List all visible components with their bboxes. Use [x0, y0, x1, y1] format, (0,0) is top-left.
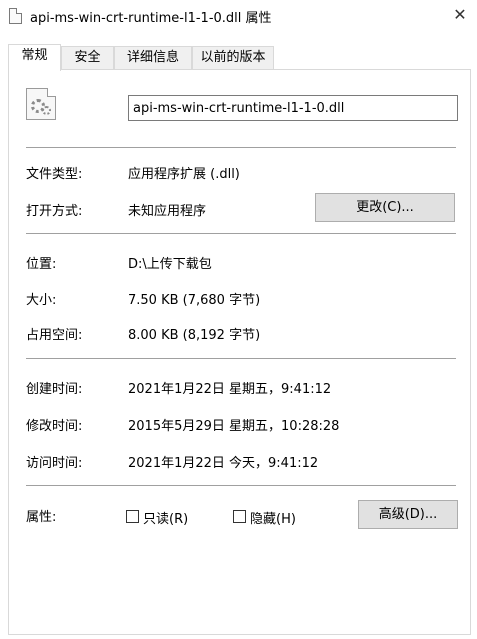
title-bar: api-ms-win-crt-runtime-l1-1-0.dll 属性 ✕: [0, 0, 477, 34]
dll-gear-icon: [26, 88, 56, 120]
change-button[interactable]: 更改(C)...: [315, 193, 455, 222]
window-title: api-ms-win-crt-runtime-l1-1-0.dll 属性: [30, 11, 272, 26]
size-value: 7.50 KB (7,680 字节): [128, 293, 261, 308]
close-button[interactable]: ✕: [443, 0, 477, 30]
tab-previous-versions[interactable]: 以前的版本: [192, 46, 274, 70]
readonly-label[interactable]: 只读(R): [143, 508, 188, 527]
location-value: D:\上传下载包: [128, 257, 212, 272]
location-label: 位置:: [26, 257, 57, 272]
tab-general[interactable]: 常规: [8, 44, 61, 71]
gear-icon-small: [42, 106, 51, 115]
advanced-button[interactable]: 高级(D)...: [358, 500, 458, 529]
hidden-label[interactable]: 隐藏(H): [250, 508, 296, 527]
open-with-label: 打开方式:: [26, 204, 83, 219]
hidden-checkbox[interactable]: [233, 510, 246, 523]
general-panel: [8, 69, 471, 635]
created-label: 创建时间:: [26, 382, 83, 397]
modified-value: 2015年5月29日 星期五，10:28:28: [128, 419, 340, 434]
size-on-disk-value: 8.00 KB (8,192 字节): [128, 328, 261, 343]
tab-details[interactable]: 详细信息: [114, 46, 192, 70]
created-value: 2021年1月22日 星期五，9:41:12: [128, 382, 332, 397]
divider: [26, 147, 456, 148]
accessed-value: 2021年1月22日 今天，9:41:12: [128, 456, 319, 471]
tab-security[interactable]: 安全: [61, 46, 114, 70]
size-label: 大小:: [26, 293, 57, 308]
size-on-disk-label: 占用空间:: [26, 328, 83, 343]
divider: [26, 358, 456, 359]
modified-label: 修改时间:: [26, 419, 83, 434]
open-with-value: 未知应用程序: [128, 204, 207, 219]
divider: [26, 233, 456, 234]
attributes-label: 属性:: [26, 510, 57, 525]
file-type-label: 文件类型:: [26, 167, 83, 182]
file-type-value: 应用程序扩展 (.dll): [128, 167, 240, 182]
file-name-input[interactable]: [128, 95, 458, 121]
accessed-label: 访问时间:: [26, 456, 83, 471]
divider: [26, 485, 456, 486]
file-icon: [9, 8, 22, 24]
readonly-checkbox[interactable]: [126, 510, 139, 523]
